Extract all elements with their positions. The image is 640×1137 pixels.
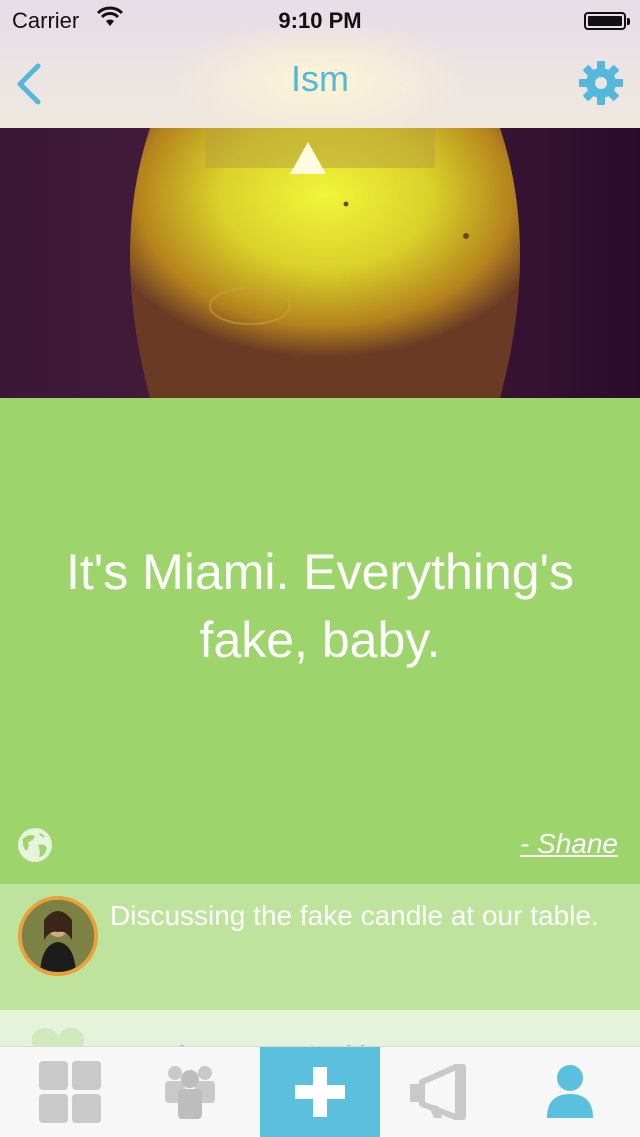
tab-profile[interactable]	[510, 1047, 630, 1137]
globe-icon[interactable]	[17, 827, 53, 863]
post-photo	[0, 128, 640, 398]
avatar[interactable]	[18, 896, 98, 976]
page-title: Ism	[291, 58, 349, 99]
profile-icon	[547, 1065, 593, 1118]
quote-text: It's Miami. Everything's fake, baby.	[65, 544, 575, 668]
comment-row: Discussing the fake candle at our table.	[0, 884, 640, 1010]
tab-groups[interactable]	[130, 1047, 250, 1137]
megaphone-icon	[410, 1064, 466, 1120]
status-bar: Carrier 9:10 PM	[0, 0, 640, 40]
quote-card: It's Miami. Everything's fake, baby. - S…	[0, 398, 640, 884]
battery-icon	[584, 12, 630, 30]
clock: 9:10 PM	[278, 8, 362, 33]
tab-create[interactable]	[260, 1047, 380, 1137]
tab-feed[interactable]	[10, 1047, 130, 1137]
plus-icon	[295, 1067, 345, 1117]
tab-announcements[interactable]	[382, 1047, 502, 1137]
group-icon	[165, 1066, 215, 1119]
quote-author-link[interactable]: - Shane	[520, 828, 618, 860]
settings-button[interactable]	[578, 60, 624, 106]
comment-text: Discussing the fake candle at our table.	[110, 900, 599, 931]
grid-icon	[39, 1061, 101, 1123]
tab-bar	[0, 1046, 640, 1137]
navigation-bar: Carrier 9:10 PM Ism	[0, 0, 640, 140]
gear-icon	[579, 61, 623, 105]
